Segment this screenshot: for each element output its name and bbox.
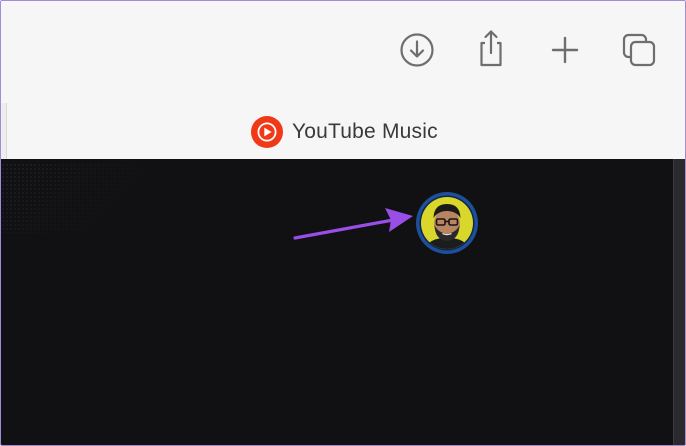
tabs-icon	[622, 33, 656, 67]
tab-youtube-music[interactable]: YouTube Music	[251, 115, 438, 149]
tab-title-label: YouTube Music	[292, 120, 438, 143]
profile-avatar-button[interactable]	[415, 191, 479, 255]
scrollbar[interactable]	[673, 159, 685, 445]
browser-window: YouTube Music	[0, 0, 686, 446]
plus-icon	[551, 36, 579, 64]
share-button[interactable]	[471, 28, 511, 68]
sidebar-edge	[1, 103, 7, 161]
download-circle-icon	[400, 33, 434, 67]
pointer-arrow-icon	[293, 208, 413, 240]
new-tab-button[interactable]	[545, 30, 585, 70]
profile-avatar-icon	[416, 192, 478, 254]
tab-overview-button[interactable]	[619, 30, 659, 70]
downloads-button[interactable]	[397, 30, 437, 70]
background-dot-pattern	[1, 163, 151, 233]
share-icon	[480, 30, 502, 67]
youtube-music-logo-icon	[251, 116, 283, 148]
browser-toolbar	[1, 1, 685, 103]
